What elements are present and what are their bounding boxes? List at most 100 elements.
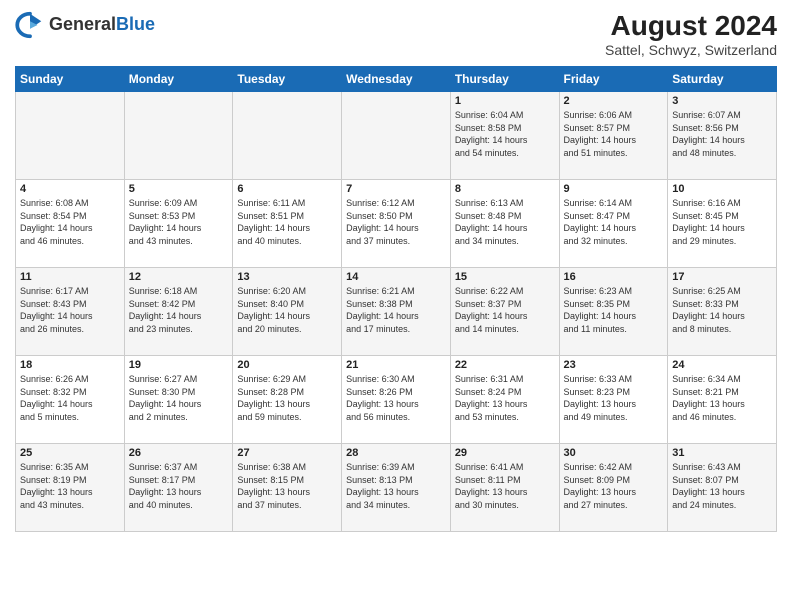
day-info: Sunrise: 6:09 AM Sunset: 8:53 PM Dayligh… (129, 197, 229, 247)
day-info: Sunrise: 6:06 AM Sunset: 8:57 PM Dayligh… (564, 109, 664, 159)
day-info: Sunrise: 6:08 AM Sunset: 8:54 PM Dayligh… (20, 197, 120, 247)
calendar-cell-5-4: 28Sunrise: 6:39 AM Sunset: 8:13 PM Dayli… (342, 444, 451, 532)
day-info: Sunrise: 6:35 AM Sunset: 8:19 PM Dayligh… (20, 461, 120, 511)
calendar-cell-4-7: 24Sunrise: 6:34 AM Sunset: 8:21 PM Dayli… (668, 356, 777, 444)
day-number: 7 (346, 183, 446, 195)
day-number: 23 (564, 359, 664, 371)
day-number: 5 (129, 183, 229, 195)
calendar-cell-3-2: 12 Sunrise: 6:18 AM Sunset: 8:42 PM Dayli… (124, 268, 233, 356)
day-info: Sunrise: 6:18 AM Sunset: 8:42 PM Dayligh… (129, 285, 229, 335)
day-info: Sunrise: 6:21 AM Sunset: 8:38 PM Dayligh… (346, 285, 446, 335)
calendar-cell-5-5: 29 Sunrise: 6:41 AM Sunset: 8:11 PM Dayli… (450, 444, 559, 532)
calendar-cell-2-4: 7 Sunrise: 6:12 AM Sunset: 8:50 PM Daylig… (342, 180, 451, 268)
day-number: 8 (455, 183, 555, 195)
calendar-cell-4-1: 18Sunrise: 6:26 AM Sunset: 8:32 PM Dayli… (16, 356, 125, 444)
calendar-cell-2-2: 5 Sunrise: 6:09 AM Sunset: 8:53 PM Daylig… (124, 180, 233, 268)
calendar-cell-1-7: 3Sunrise: 6:07 AM Sunset: 8:56 PM Daylig… (668, 92, 777, 180)
calendar-week-5: 25Sunrise: 6:35 AM Sunset: 8:19 PM Dayli… (16, 444, 777, 532)
calendar-cell-5-1: 25Sunrise: 6:35 AM Sunset: 8:19 PM Dayli… (16, 444, 125, 532)
day-number: 29 (455, 447, 555, 459)
calendar-cell-4-2: 19 Sunrise: 6:27 AM Sunset: 8:30 PM Dayli… (124, 356, 233, 444)
day-info: Sunrise: 6:23 AM Sunset: 8:35 PM Dayligh… (564, 285, 664, 335)
calendar-cell-3-4: 14 Sunrise: 6:21 AM Sunset: 8:38 PM Dayli… (342, 268, 451, 356)
day-number: 16 (564, 271, 664, 283)
day-number: 1 (455, 95, 555, 107)
day-info: Sunrise: 6:11 AM Sunset: 8:51 PM Dayligh… (237, 197, 337, 247)
calendar-cell-1-6: 2 Sunrise: 6:06 AM Sunset: 8:57 PM Daylig… (559, 92, 668, 180)
day-info: Sunrise: 6:41 AM Sunset: 8:11 PM Dayligh… (455, 461, 555, 511)
logo-blue: Blue (116, 14, 155, 34)
col-monday: Monday (124, 67, 233, 92)
calendar-cell-3-1: 11 Sunrise: 6:17 AM Sunset: 8:43 PM Dayli… (16, 268, 125, 356)
calendar-cell-5-6: 30Sunrise: 6:42 AM Sunset: 8:09 PM Dayli… (559, 444, 668, 532)
calendar-cell-4-6: 23 Sunrise: 6:33 AM Sunset: 8:23 PM Dayli… (559, 356, 668, 444)
calendar-cell-1-1 (16, 92, 125, 180)
day-number: 9 (564, 183, 664, 195)
day-number: 19 (129, 359, 229, 371)
day-info: Sunrise: 6:25 AM Sunset: 8:33 PM Dayligh… (672, 285, 772, 335)
day-number: 15 (455, 271, 555, 283)
col-tuesday: Tuesday (233, 67, 342, 92)
calendar-cell-4-5: 22 Sunrise: 6:31 AM Sunset: 8:24 PM Dayli… (450, 356, 559, 444)
day-info: Sunrise: 6:34 AM Sunset: 8:21 PM Dayligh… (672, 373, 772, 423)
calendar-cell-5-3: 27Sunrise: 6:38 AM Sunset: 8:15 PM Dayli… (233, 444, 342, 532)
day-number: 10 (672, 183, 772, 195)
day-number: 13 (237, 271, 337, 283)
calendar-cell-5-7: 31 Sunrise: 6:43 AM Sunset: 8:07 PM Dayli… (668, 444, 777, 532)
calendar-cell-3-5: 15Sunrise: 6:22 AM Sunset: 8:37 PM Dayli… (450, 268, 559, 356)
calendar-table: Sunday Monday Tuesday Wednesday Thursday… (15, 66, 777, 532)
day-info: Sunrise: 6:30 AM Sunset: 8:26 PM Dayligh… (346, 373, 446, 423)
location: Sattel, Schwyz, Switzerland (605, 42, 777, 58)
day-number: 22 (455, 359, 555, 371)
day-number: 30 (564, 447, 664, 459)
calendar-cell-3-3: 13 Sunrise: 6:20 AM Sunset: 8:40 PM Dayli… (233, 268, 342, 356)
calendar-cell-1-3 (233, 92, 342, 180)
day-info: Sunrise: 6:14 AM Sunset: 8:47 PM Dayligh… (564, 197, 664, 247)
day-number: 20 (237, 359, 337, 371)
logo-general: General (49, 14, 116, 34)
day-number: 28 (346, 447, 446, 459)
title-block: August 2024 Sattel, Schwyz, Switzerland (605, 10, 777, 58)
month-year: August 2024 (605, 10, 777, 42)
day-number: 27 (237, 447, 337, 459)
col-friday: Friday (559, 67, 668, 92)
calendar-cell-2-3: 6 Sunrise: 6:11 AM Sunset: 8:51 PM Daylig… (233, 180, 342, 268)
day-info: Sunrise: 6:43 AM Sunset: 8:07 PM Dayligh… (672, 461, 772, 511)
day-info: Sunrise: 6:20 AM Sunset: 8:40 PM Dayligh… (237, 285, 337, 335)
calendar-cell-2-7: 10Sunrise: 6:16 AM Sunset: 8:45 PM Dayli… (668, 180, 777, 268)
day-info: Sunrise: 6:33 AM Sunset: 8:23 PM Dayligh… (564, 373, 664, 423)
calendar-week-2: 4Sunrise: 6:08 AM Sunset: 8:54 PM Daylig… (16, 180, 777, 268)
calendar-cell-1-5: 1Sunrise: 6:04 AM Sunset: 8:58 PM Daylig… (450, 92, 559, 180)
calendar-cell-4-3: 20Sunrise: 6:29 AM Sunset: 8:28 PM Dayli… (233, 356, 342, 444)
logo-icon (15, 10, 45, 40)
day-info: Sunrise: 6:12 AM Sunset: 8:50 PM Dayligh… (346, 197, 446, 247)
calendar-cell-1-4 (342, 92, 451, 180)
day-info: Sunrise: 6:31 AM Sunset: 8:24 PM Dayligh… (455, 373, 555, 423)
calendar-cell-2-1: 4Sunrise: 6:08 AM Sunset: 8:54 PM Daylig… (16, 180, 125, 268)
calendar-header-row: Sunday Monday Tuesday Wednesday Thursday… (16, 67, 777, 92)
calendar-cell-5-2: 26 Sunrise: 6:37 AM Sunset: 8:17 PM Dayli… (124, 444, 233, 532)
day-number: 12 (129, 271, 229, 283)
day-number: 21 (346, 359, 446, 371)
day-number: 14 (346, 271, 446, 283)
page-container: GeneralBlue August 2024 Sattel, Schwyz, … (0, 0, 792, 612)
day-info: Sunrise: 6:27 AM Sunset: 8:30 PM Dayligh… (129, 373, 229, 423)
day-info: Sunrise: 6:17 AM Sunset: 8:43 PM Dayligh… (20, 285, 120, 335)
calendar-cell-2-6: 9 Sunrise: 6:14 AM Sunset: 8:47 PM Daylig… (559, 180, 668, 268)
calendar-week-3: 11 Sunrise: 6:17 AM Sunset: 8:43 PM Dayli… (16, 268, 777, 356)
day-number: 31 (672, 447, 772, 459)
col-wednesday: Wednesday (342, 67, 451, 92)
day-number: 26 (129, 447, 229, 459)
day-info: Sunrise: 6:26 AM Sunset: 8:32 PM Dayligh… (20, 373, 120, 423)
calendar-cell-1-2 (124, 92, 233, 180)
calendar-cell-3-7: 17 Sunrise: 6:25 AM Sunset: 8:33 PM Dayli… (668, 268, 777, 356)
page-header: GeneralBlue August 2024 Sattel, Schwyz, … (15, 10, 777, 58)
calendar-cell-2-5: 8Sunrise: 6:13 AM Sunset: 8:48 PM Daylig… (450, 180, 559, 268)
day-info: Sunrise: 6:37 AM Sunset: 8:17 PM Dayligh… (129, 461, 229, 511)
calendar-week-4: 18Sunrise: 6:26 AM Sunset: 8:32 PM Dayli… (16, 356, 777, 444)
day-number: 2 (564, 95, 664, 107)
logo-text: GeneralBlue (49, 15, 155, 35)
day-number: 11 (20, 271, 120, 283)
day-number: 17 (672, 271, 772, 283)
day-number: 6 (237, 183, 337, 195)
